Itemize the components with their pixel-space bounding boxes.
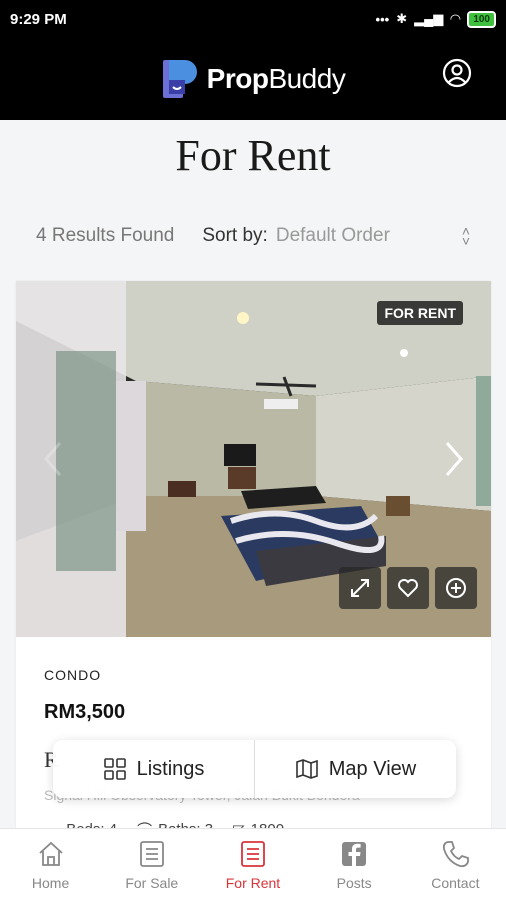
signal-icon: ▂▄▆ xyxy=(414,11,444,26)
compare-button[interactable] xyxy=(435,567,477,609)
bluetooth-icon: ✱ xyxy=(396,11,408,26)
nav-contact-label: Contact xyxy=(431,874,480,891)
list-icon xyxy=(241,840,265,867)
photo-actions xyxy=(339,567,477,609)
propbuddy-logo-icon xyxy=(162,60,197,98)
sort-label: Sort by: xyxy=(202,225,268,246)
list-icon xyxy=(139,840,164,867)
plus-circle-icon xyxy=(446,578,466,598)
property-price: RM3,500 xyxy=(44,701,126,723)
nav-for-rent[interactable]: For Rent xyxy=(202,839,303,891)
brand-logo[interactable]: PropBuddy xyxy=(161,58,346,100)
nav-home-label: Home xyxy=(31,874,70,891)
more-icon: ••• xyxy=(375,11,390,27)
sort-select[interactable]: Default Order xyxy=(276,225,390,247)
brand-name: PropBuddy xyxy=(206,63,346,94)
map-view-label: Map View xyxy=(328,757,417,780)
nav-posts-label: Posts xyxy=(336,874,372,891)
user-account-icon[interactable] xyxy=(442,58,472,88)
listing-photo[interactable]: FOR RENT xyxy=(16,281,491,637)
wifi-icon: ◠ xyxy=(450,11,461,26)
heart-icon xyxy=(398,579,418,598)
phone-icon xyxy=(443,840,470,867)
listings-label: Listings xyxy=(136,757,205,780)
grid-icon xyxy=(103,758,126,780)
app-header: PropBuddy xyxy=(0,38,506,120)
home-icon xyxy=(38,841,63,866)
listings-view-button[interactable]: Listings xyxy=(53,740,254,798)
property-type: CONDO xyxy=(44,667,102,683)
status-time: 9:29 PM xyxy=(10,10,67,28)
next-photo-button[interactable] xyxy=(439,439,469,479)
bottom-navigation: Home For Sale For Rent Posts Contact xyxy=(0,828,506,900)
prev-photo-button[interactable] xyxy=(38,439,68,479)
favorite-button[interactable] xyxy=(387,567,429,609)
map-view-button[interactable]: Map View xyxy=(255,740,456,798)
view-toggle: Listings Map View xyxy=(53,740,456,798)
nav-for-sale[interactable]: For Sale xyxy=(101,839,202,891)
page-title: For Rent xyxy=(175,131,331,180)
chevron-right-icon xyxy=(445,442,463,476)
expand-button[interactable] xyxy=(339,567,381,609)
status-icons: ••• ✱ ▂▄▆ ◠ 100 xyxy=(375,10,496,28)
results-count: 4 Results Found xyxy=(36,225,175,246)
nav-posts[interactable]: Posts xyxy=(304,839,405,891)
facebook-icon xyxy=(342,841,367,866)
listing-details: CONDO RM3,500 xyxy=(16,637,491,724)
sort-chevron-icon[interactable]: ˄ ˅ xyxy=(462,224,470,248)
chevron-left-icon xyxy=(44,442,62,476)
expand-icon xyxy=(351,579,369,597)
battery-icon: 100 xyxy=(467,10,496,28)
for-rent-badge: FOR RENT xyxy=(377,301,463,325)
nav-for-rent-label: For Rent xyxy=(225,874,281,891)
nav-contact[interactable]: Contact xyxy=(405,839,506,891)
nav-for-sale-label: For Sale xyxy=(125,874,179,891)
results-toolbar: 4 Results Found Sort by: Default Order ˄… xyxy=(36,222,470,250)
map-icon xyxy=(295,759,318,779)
status-bar: 9:29 PM ••• ✱ ▂▄▆ ◠ 100 xyxy=(0,0,506,38)
nav-home[interactable]: Home xyxy=(0,839,101,891)
